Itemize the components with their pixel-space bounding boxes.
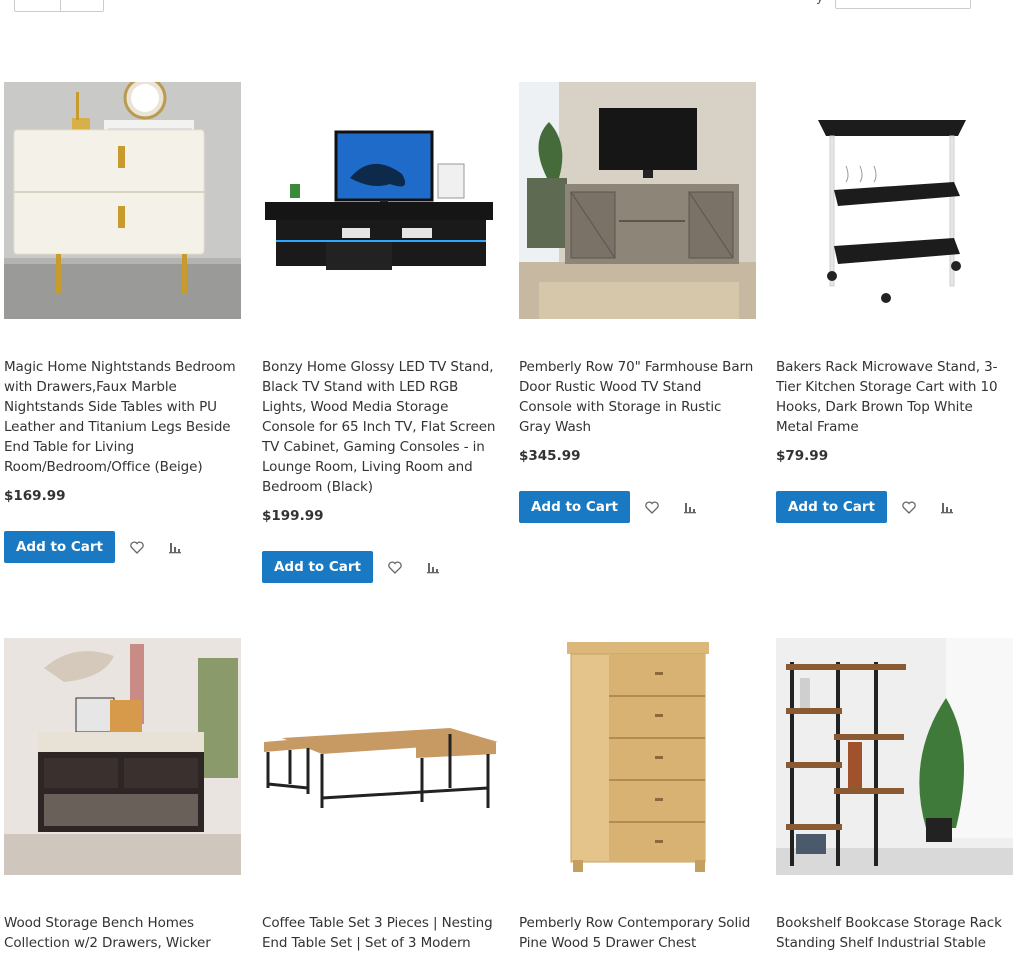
product-item: Bookshelf Bookcase Storage Rack Standing… — [776, 638, 1013, 953]
product-price: $79.99 — [776, 448, 829, 464]
product-price: $169.99 — [4, 488, 66, 504]
product-image[interactable] — [4, 82, 241, 319]
product-image[interactable] — [776, 638, 1013, 875]
product-item: Pemberly Row Contemporary Solid Pine Woo… — [519, 638, 756, 953]
compare-chart-icon[interactable] — [423, 557, 443, 577]
product-image[interactable] — [519, 638, 756, 875]
wishlist-heart-icon[interactable] — [899, 497, 919, 517]
wishlist-heart-icon[interactable] — [642, 497, 662, 517]
product-name[interactable]: Pemberly Row 70" Farmhouse Barn Door Rus… — [519, 357, 756, 437]
compare-chart-icon[interactable] — [937, 497, 957, 517]
add-to-cart-button[interactable]: Add to Cart — [262, 551, 373, 583]
product-price: $345.99 — [519, 448, 581, 464]
product-name[interactable]: Magic Home Nightstands Bedroom with Draw… — [4, 357, 241, 477]
add-to-cart-button[interactable]: Add to Cart — [519, 491, 630, 523]
add-to-cart-button[interactable]: Add to Cart — [4, 531, 115, 563]
view-mode-divider — [60, 0, 61, 11]
product-item: Wood Storage Bench Homes Collection w/2 … — [4, 638, 241, 953]
product-name[interactable]: Bakers Rack Microwave Stand, 3-Tier Kitc… — [776, 357, 1013, 437]
product-item: Magic Home Nightstands Bedroom with Draw… — [4, 82, 241, 563]
product-name[interactable]: Wood Storage Bench Homes Collection w/2 … — [4, 913, 241, 953]
product-name[interactable]: Bonzy Home Glossy LED TV Stand, Black TV… — [262, 357, 499, 497]
product-item: Bakers Rack Microwave Stand, 3-Tier Kitc… — [776, 82, 1013, 523]
wishlist-heart-icon[interactable] — [385, 557, 405, 577]
product-price: $199.99 — [262, 508, 324, 524]
product-image[interactable] — [776, 82, 1013, 319]
product-item: Pemberly Row 70" Farmhouse Barn Door Rus… — [519, 82, 756, 523]
product-image[interactable] — [4, 638, 241, 875]
wishlist-heart-icon[interactable] — [127, 537, 147, 557]
sort-by-label: y — [816, 0, 824, 5]
view-mode-toggle[interactable] — [14, 0, 104, 12]
sort-by-select[interactable] — [835, 0, 971, 9]
product-name[interactable]: Coffee Table Set 3 Pieces | Nesting End … — [262, 913, 499, 953]
product-name[interactable]: Pemberly Row Contemporary Solid Pine Woo… — [519, 913, 756, 953]
compare-chart-icon[interactable] — [680, 497, 700, 517]
product-image[interactable] — [519, 82, 756, 319]
add-to-cart-button[interactable]: Add to Cart — [776, 491, 887, 523]
product-item: Coffee Table Set 3 Pieces | Nesting End … — [262, 638, 499, 953]
compare-chart-icon[interactable] — [165, 537, 185, 557]
product-image[interactable] — [262, 638, 499, 875]
product-image[interactable] — [262, 82, 499, 319]
product-name[interactable]: Bookshelf Bookcase Storage Rack Standing… — [776, 913, 1013, 953]
product-item: Bonzy Home Glossy LED TV Stand, Black TV… — [262, 82, 499, 583]
